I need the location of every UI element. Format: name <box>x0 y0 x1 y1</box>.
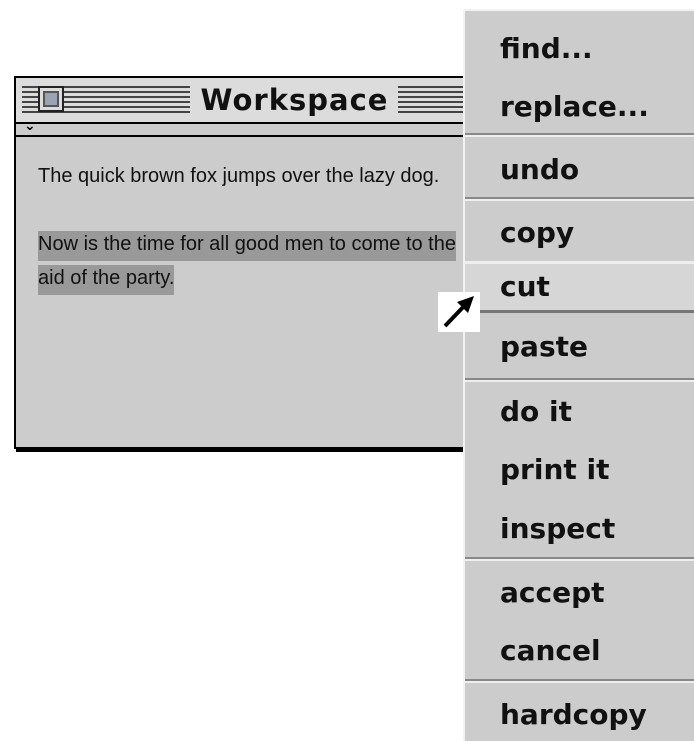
menu-item-undo[interactable]: undo <box>465 144 694 196</box>
text-editor-pane[interactable]: The quick brown fox jumps over the lazy … <box>38 159 478 295</box>
menu-item-find[interactable]: find... <box>465 23 694 75</box>
selected-text-paragraph: Now is the time for all good men to come… <box>38 227 478 295</box>
menu-item-inspect[interactable]: inspect <box>465 503 694 555</box>
menu-separator <box>465 557 694 561</box>
arrow-cursor-icon <box>438 292 480 332</box>
menu-separator <box>465 197 694 201</box>
workspace-window: Workspace ⌄ The quick brown fox jumps ov… <box>14 76 484 449</box>
menu-separator <box>465 133 694 137</box>
menu-item-replace[interactable]: replace... <box>465 81 694 133</box>
chevron-down-icon[interactable]: ⌄ <box>24 118 36 134</box>
menu-item-hardcopy[interactable]: hardcopy <box>465 689 694 741</box>
menu-separator <box>465 679 694 683</box>
text-selection[interactable]: Now is the time for all good men to come… <box>38 231 456 295</box>
menu-item-paste[interactable]: paste <box>465 321 694 373</box>
text-paragraph: The quick brown fox jumps over the lazy … <box>38 165 440 187</box>
title-bar[interactable]: Workspace <box>16 78 484 124</box>
menu-item-do-it[interactable]: do it <box>465 386 694 438</box>
arrow-cursor-icon <box>443 296 474 328</box>
menu-item-accept[interactable]: accept <box>465 567 694 619</box>
menu-item-cut[interactable]: cut <box>465 261 694 313</box>
menu-item-copy[interactable]: copy <box>465 207 694 259</box>
menu-item-cancel[interactable]: cancel <box>465 625 694 677</box>
pane-menu-bar[interactable]: ⌄ <box>16 118 484 137</box>
window-title: Workspace <box>192 81 397 119</box>
close-box-icon[interactable] <box>38 86 64 112</box>
menu-item-print-it[interactable]: print it <box>465 444 694 496</box>
menu-separator <box>465 378 694 382</box>
context-menu: find... replace... undo copy cut paste d… <box>463 9 694 741</box>
